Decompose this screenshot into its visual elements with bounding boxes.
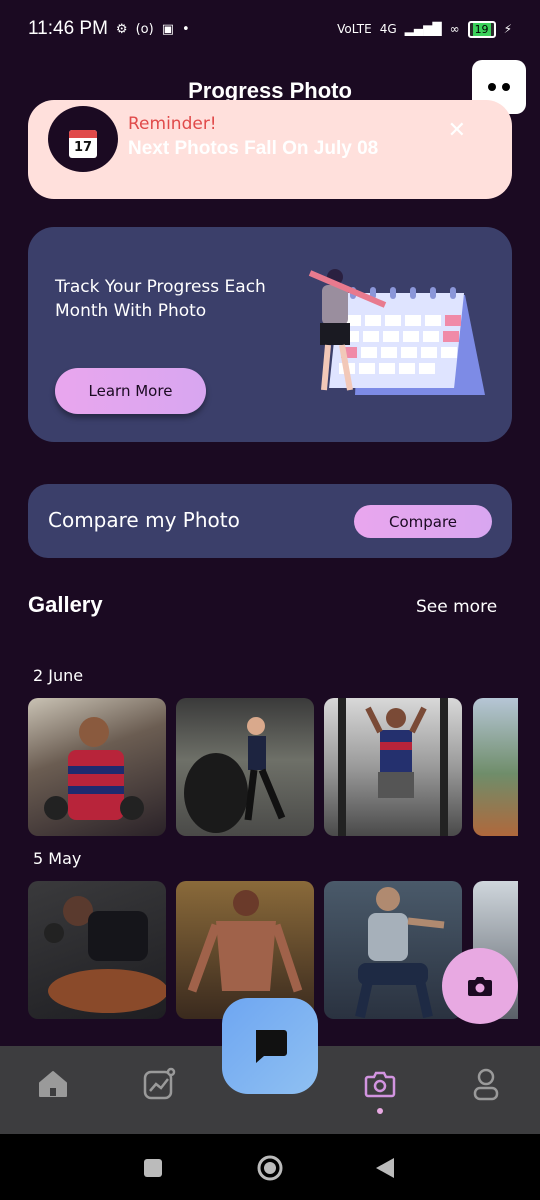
calendar-icon: 17: [48, 106, 118, 172]
hotspot-icon: (o): [135, 21, 154, 37]
active-nav-indicator: [377, 1108, 383, 1114]
battery-icon: 19: [467, 20, 496, 38]
status-icons-left: ⚙ (o) ▣ •: [116, 22, 190, 37]
gallery-photo[interactable]: [28, 881, 166, 1019]
camera-fab-button[interactable]: [442, 948, 518, 1024]
reminder-card: 17 Reminder! Next Photos Fall On July 08…: [28, 100, 512, 199]
dot-icon: •: [181, 21, 190, 37]
gallery-photo[interactable]: [473, 698, 518, 836]
chat-fab-button[interactable]: [222, 998, 318, 1094]
status-bar: 11:46 PM ⚙ (o) ▣ • VoLTE 4G ▂▄▆█ ∞ 19 ⚡: [0, 0, 540, 58]
battery-saver-icon: ▣: [161, 21, 174, 37]
calendar-day: 17: [74, 140, 93, 155]
reminder-text: Next Photos Fall On July 08: [128, 138, 379, 159]
promo-text: Track Your Progress Each Month With Phot…: [55, 277, 266, 321]
volte-icon: VoLTE: [337, 22, 372, 36]
see-more-link[interactable]: See more: [416, 597, 497, 617]
close-icon[interactable]: ✕: [448, 118, 466, 143]
gallery-group-date: 2 June: [33, 666, 84, 685]
calendar-illustration: [308, 269, 485, 395]
status-time: 11:46 PM: [28, 18, 108, 39]
gallery-photo[interactable]: [324, 881, 462, 1019]
profile-icon[interactable]: [466, 1064, 506, 1104]
gallery-row: [28, 698, 518, 836]
compare-card: Compare my Photo Compare: [28, 484, 512, 558]
reminder-label: Reminder!: [128, 114, 217, 134]
home-system-icon[interactable]: [256, 1154, 284, 1186]
gallery-title: Gallery: [28, 592, 103, 617]
gallery-photo[interactable]: [176, 698, 314, 836]
link-icon: ∞: [449, 22, 460, 36]
compare-button[interactable]: Compare: [354, 505, 492, 538]
network-label: 4G: [379, 22, 397, 36]
charging-icon: ⚡: [503, 22, 512, 36]
learn-more-button[interactable]: Learn More: [55, 368, 206, 414]
camera-icon: [468, 977, 492, 996]
promo-card: Track Your Progress Each Month With Phot…: [28, 227, 512, 442]
gallery-group-date: 5 May: [33, 849, 82, 868]
signal-icon: ▂▄▆█: [404, 22, 442, 36]
recents-icon[interactable]: [143, 1158, 163, 1182]
camera-nav-icon[interactable]: [360, 1064, 400, 1104]
back-icon[interactable]: [374, 1156, 396, 1184]
system-nav-bar: [0, 1134, 540, 1200]
compare-label: Compare my Photo: [48, 508, 240, 532]
home-icon[interactable]: [33, 1064, 73, 1104]
analytics-icon[interactable]: [139, 1064, 179, 1104]
status-icons-right: VoLTE 4G ▂▄▆█ ∞ 19 ⚡: [337, 20, 512, 38]
settings-icon: ⚙: [115, 21, 128, 37]
chat-icon: [256, 1030, 287, 1063]
gallery-photo[interactable]: [28, 698, 166, 836]
gallery-photo[interactable]: [324, 698, 462, 836]
